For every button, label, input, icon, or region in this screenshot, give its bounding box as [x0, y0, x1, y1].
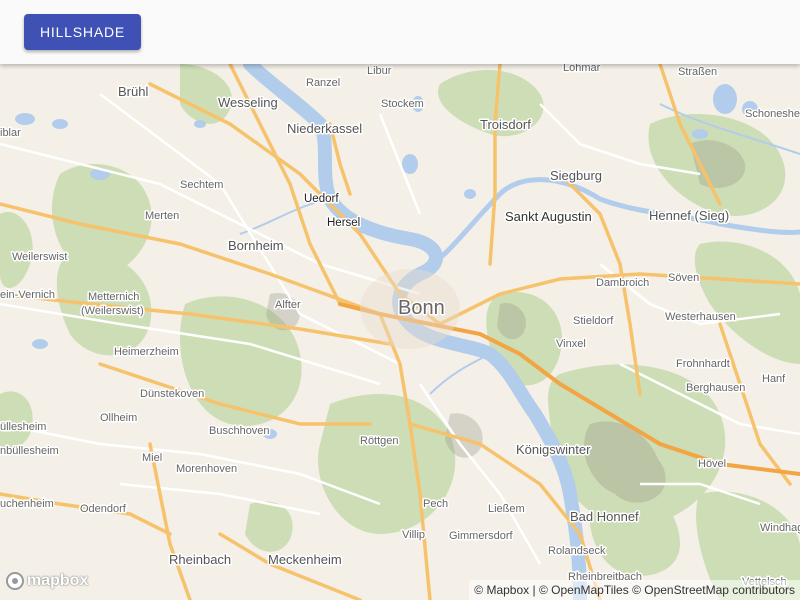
label-uedorf: Uedorf: [304, 193, 339, 205]
mapbox-logo[interactable]: mapbox: [6, 570, 88, 592]
label-westerhausen: Westerhausen: [665, 311, 736, 323]
label-bonn: Bonn: [398, 297, 445, 319]
map-svg[interactable]: Bonn Sankt Augustin Siegburg Troisdorf N…: [0, 64, 800, 600]
label-hanf: Hanf: [762, 373, 786, 385]
label-soven: Söven: [668, 272, 699, 284]
label-troisdorf: Troisdorf: [480, 117, 531, 132]
label-liessem: Ließem: [488, 503, 525, 515]
label-buschhoven: Buschhoven: [209, 425, 270, 437]
label-rheinbach: Rheinbach: [169, 552, 231, 567]
map-attribution: © Mapbox | © OpenMapTiles © OpenStreetMa…: [469, 580, 800, 600]
label-ollheim: Ollheim: [100, 412, 137, 424]
label-bad-honnef: Bad Honnef: [570, 509, 639, 524]
label-morenhoven: Morenhoven: [176, 463, 237, 475]
label-pech: Pech: [423, 498, 448, 510]
attribution-openmaptiles-link[interactable]: © OpenMapTiles: [539, 583, 629, 597]
label-meckenheim: Meckenheim: [268, 552, 342, 567]
label-niederkassel: Niederkassel: [287, 121, 362, 136]
label-berghausen: Berghausen: [686, 382, 745, 394]
label-wesseling: Wesseling: [218, 95, 278, 110]
label-konigswinter: Königswinter: [516, 442, 591, 457]
label-metternich: Metternich: [88, 291, 139, 303]
label-libur: Libur: [367, 65, 392, 77]
app-bar: HILLSHADE: [0, 0, 800, 64]
label-villip: Villip: [402, 529, 425, 541]
label-dunstekoven: Dünstekoven: [140, 388, 204, 400]
label-lechen: uchenheim: [0, 498, 54, 510]
attribution-separator: |: [532, 583, 536, 597]
label-schoneshof: Schoneshe: [745, 108, 800, 120]
label-rolandseck: Rolandseck: [548, 545, 606, 557]
mapbox-logo-text: mapbox: [27, 572, 89, 589]
label-bulles2: nbüllesheim: [0, 445, 59, 457]
label-bornheim: Bornheim: [228, 238, 284, 253]
label-liblar: iblar: [0, 127, 21, 139]
label-metternich-sub: (Weilerswist): [81, 305, 144, 317]
label-heimerzheim: Heimerzheim: [114, 346, 179, 358]
label-lohmar: Lohmar: [563, 64, 601, 74]
label-gimmersdorf: Gimmersdorf: [449, 530, 514, 542]
label-stieldorf: Stieldorf: [573, 315, 614, 327]
label-weilerswist: Weilerswist: [12, 251, 67, 263]
attribution-osm-link[interactable]: © OpenStreetMap contributors: [632, 583, 795, 597]
label-hennef: Hennef (Sieg): [649, 208, 729, 223]
label-miel: Miel: [142, 452, 162, 464]
label-stockem: Stockem: [381, 98, 424, 110]
label-hovel: Hövel: [698, 458, 726, 470]
map-canvas[interactable]: Bonn Sankt Augustin Siegburg Troisdorf N…: [0, 64, 800, 600]
label-vernich: ein-Vernich: [0, 289, 55, 301]
label-sankt-augustin: Sankt Augustin: [505, 209, 592, 224]
mapbox-logo-icon: [6, 572, 24, 590]
label-dambroich: Dambroich: [596, 277, 649, 289]
label-bruhl: Brühl: [118, 84, 148, 99]
app-root: HILLSHADE Bonn Sankt Augustin Siegburg T…: [0, 0, 800, 600]
label-siegburg: Siegburg: [550, 168, 602, 183]
label-windhagen: Windhage: [760, 522, 800, 534]
label-bulles1: üllesheim: [0, 421, 46, 433]
hillshade-toggle-button[interactable]: HILLSHADE: [24, 14, 142, 50]
label-strassen: Straßen: [678, 66, 717, 78]
label-alfter: Alfter: [275, 299, 301, 311]
attribution-mapbox-link[interactable]: © Mapbox: [474, 583, 529, 597]
label-rottgen: Röttgen: [360, 435, 399, 447]
label-vinxel: Vinxel: [556, 338, 586, 350]
label-ranzel: Ranzel: [306, 77, 340, 89]
label-merten: Merten: [145, 210, 179, 222]
label-odendorf: Odendorf: [80, 503, 127, 515]
label-sechtem: Sechtem: [180, 179, 223, 191]
label-hersel: Hersel: [327, 217, 360, 229]
label-frohnhardt: Frohnhardt: [676, 358, 730, 370]
